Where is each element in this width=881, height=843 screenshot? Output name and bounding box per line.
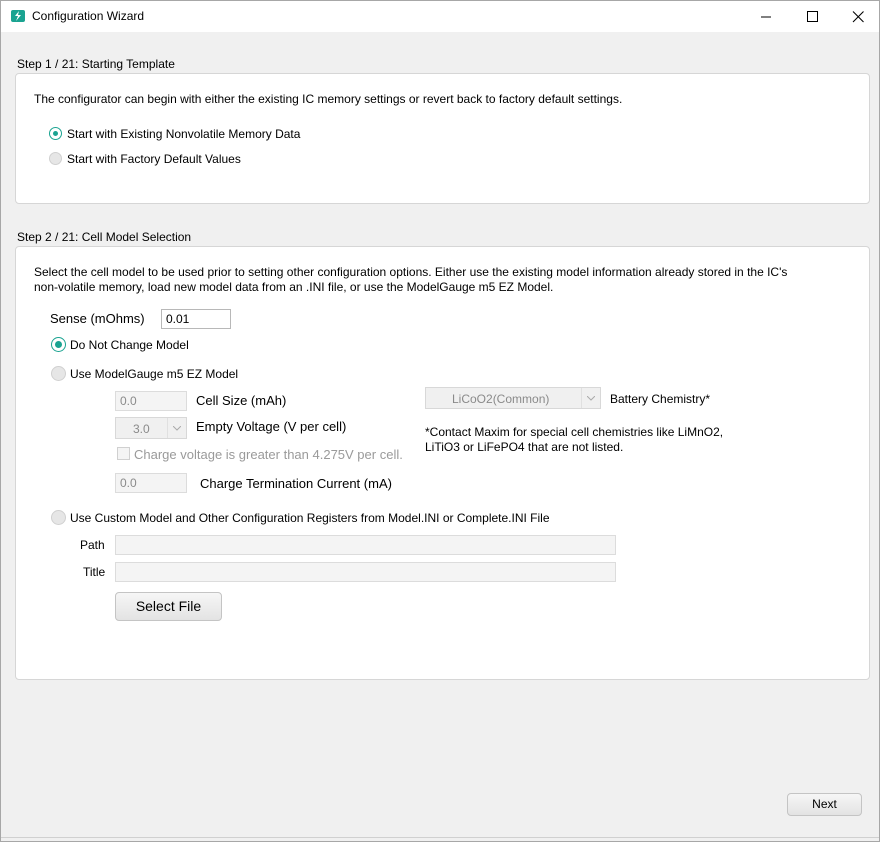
charge-voltage-label: Charge voltage is greater than 4.275V pe… bbox=[134, 447, 403, 462]
cell-size-label: Cell Size (mAh) bbox=[196, 393, 287, 408]
radio-ez-model-label[interactable]: Use ModelGauge m5 EZ Model bbox=[70, 367, 238, 381]
radio-ez-model[interactable] bbox=[51, 366, 66, 381]
title-label: Title bbox=[83, 565, 106, 579]
minimize-icon bbox=[761, 16, 771, 18]
radio-custom-model[interactable] bbox=[51, 510, 66, 525]
maximize-icon bbox=[807, 11, 818, 22]
contact-note-line2: LiTiO3 or LiFePO4 that are not listed. bbox=[425, 440, 624, 454]
radio-do-not-change-model[interactable] bbox=[51, 337, 66, 352]
charge-termination-input[interactable] bbox=[115, 473, 187, 493]
radio-factory-default-label[interactable]: Start with Factory Default Values bbox=[67, 152, 241, 166]
select-file-button[interactable]: Select File bbox=[115, 592, 222, 621]
title-input[interactable] bbox=[115, 562, 616, 582]
window-title: Configuration Wizard bbox=[32, 9, 145, 23]
step2-description-line1: Select the cell model to be used prior t… bbox=[34, 265, 788, 279]
step1-description: The configurator can begin with either t… bbox=[34, 92, 623, 106]
configuration-wizard-window: Configuration Wizard Step 1 / 21: Starti… bbox=[0, 0, 880, 842]
radio-existing-memory-label[interactable]: Start with Existing Nonvolatile Memory D… bbox=[67, 127, 300, 141]
next-button[interactable]: Next bbox=[787, 793, 862, 816]
charge-termination-label: Charge Termination Current (mA) bbox=[200, 476, 392, 491]
chevron-down-icon bbox=[167, 418, 186, 438]
radio-do-not-change-model-label[interactable]: Do Not Change Model bbox=[70, 338, 189, 352]
radio-existing-memory[interactable] bbox=[49, 127, 62, 140]
chevron-down-icon bbox=[581, 388, 600, 408]
sense-input[interactable] bbox=[161, 309, 231, 329]
path-label: Path bbox=[80, 538, 105, 552]
contact-note-line1: *Contact Maxim for special cell chemistr… bbox=[425, 425, 724, 439]
empty-voltage-value: 3.0 bbox=[133, 422, 150, 436]
bottom-divider bbox=[1, 837, 879, 838]
step1-title: Step 1 / 21: Starting Template bbox=[17, 57, 175, 71]
minimize-button[interactable] bbox=[743, 1, 789, 32]
step1-panel: The configurator can begin with either t… bbox=[15, 73, 870, 204]
step2-panel: Select the cell model to be used prior t… bbox=[15, 246, 870, 680]
path-input[interactable] bbox=[115, 535, 616, 555]
title-bar[interactable]: Configuration Wizard bbox=[1, 1, 879, 32]
step2-title: Step 2 / 21: Cell Model Selection bbox=[17, 230, 192, 244]
step2-description-line2: non-volatile memory, load new model data… bbox=[34, 280, 554, 294]
close-button[interactable] bbox=[835, 1, 881, 32]
radio-factory-default[interactable] bbox=[49, 152, 62, 165]
close-icon bbox=[852, 11, 864, 23]
battery-chemistry-label: Battery Chemistry* bbox=[610, 392, 711, 406]
sense-label: Sense (mOhms) bbox=[50, 311, 145, 326]
battery-chemistry-select[interactable]: LiCoO2(Common) bbox=[425, 387, 601, 409]
battery-chemistry-value: LiCoO2(Common) bbox=[452, 392, 550, 406]
app-icon bbox=[11, 10, 25, 22]
cell-size-input[interactable] bbox=[115, 391, 187, 411]
charge-voltage-checkbox[interactable] bbox=[117, 447, 130, 460]
empty-voltage-label: Empty Voltage (V per cell) bbox=[196, 419, 347, 434]
empty-voltage-select[interactable]: 3.0 bbox=[115, 417, 187, 439]
maximize-button[interactable] bbox=[789, 1, 835, 32]
radio-custom-model-label[interactable]: Use Custom Model and Other Configuration… bbox=[70, 511, 550, 525]
